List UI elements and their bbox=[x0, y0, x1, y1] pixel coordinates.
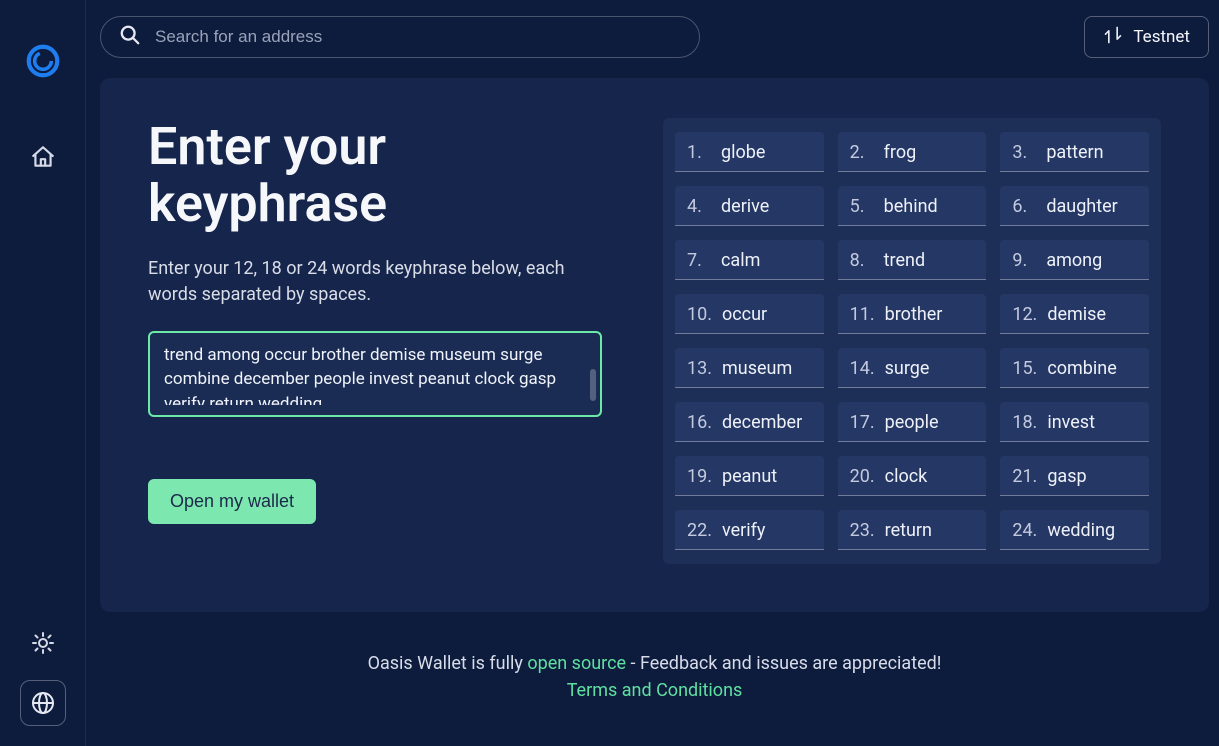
footer-suffix: - Feedback and issues are appreciated! bbox=[626, 653, 941, 674]
word-cell: 14. surge bbox=[838, 348, 987, 388]
page-subtitle: Enter your 12, 18 or 24 words keyphrase … bbox=[148, 256, 603, 306]
word-cell: 4. derive bbox=[675, 186, 824, 226]
word-cell: 1. globe bbox=[675, 132, 824, 172]
words-panel: 1. globe 2. frog 3. pattern 4. derive 5. behind 6.… bbox=[663, 118, 1161, 564]
word-index: 4. bbox=[687, 196, 711, 217]
search-icon bbox=[119, 24, 141, 50]
word-cell: 6. daughter bbox=[1000, 186, 1149, 226]
word-index: 19. bbox=[687, 466, 712, 487]
word-value: clock bbox=[885, 466, 928, 487]
word-cell: 8. trend bbox=[838, 240, 987, 280]
word-index: 7. bbox=[687, 250, 711, 271]
open-source-link[interactable]: open source bbox=[527, 653, 626, 674]
word-cell: 16. december bbox=[675, 402, 824, 442]
word-index: 15. bbox=[1012, 358, 1037, 379]
word-cell: 19. peanut bbox=[675, 456, 824, 496]
word-value: calm bbox=[721, 250, 760, 271]
word-value: pattern bbox=[1046, 142, 1103, 163]
word-index: 9. bbox=[1012, 250, 1036, 271]
word-index: 10. bbox=[687, 304, 712, 325]
word-cell: 17. people bbox=[838, 402, 987, 442]
topbar: Testnet bbox=[100, 16, 1209, 58]
search-box[interactable] bbox=[100, 16, 700, 58]
keyphrase-input[interactable] bbox=[164, 343, 586, 405]
keyphrase-input-wrap[interactable] bbox=[148, 331, 602, 417]
footer-prefix: Oasis Wallet is fully bbox=[368, 653, 528, 674]
word-value: museum bbox=[722, 358, 792, 379]
word-index: 8. bbox=[850, 250, 874, 271]
network-selector[interactable]: Testnet bbox=[1084, 16, 1209, 58]
word-index: 11. bbox=[850, 304, 875, 325]
network-label: Testnet bbox=[1133, 27, 1190, 47]
word-cell: 11. brother bbox=[838, 294, 987, 334]
word-cell: 13. museum bbox=[675, 348, 824, 388]
word-index: 24. bbox=[1012, 520, 1037, 541]
sidebar bbox=[0, 0, 86, 746]
word-index: 17. bbox=[850, 412, 875, 433]
theme-icon[interactable] bbox=[30, 630, 56, 656]
word-cell: 3. pattern bbox=[1000, 132, 1149, 172]
swap-icon bbox=[1103, 25, 1123, 50]
word-index: 12. bbox=[1012, 304, 1037, 325]
word-index: 13. bbox=[687, 358, 712, 379]
word-index: 2. bbox=[850, 142, 874, 163]
word-cell: 24. wedding bbox=[1000, 510, 1149, 550]
terms-link[interactable]: Terms and Conditions bbox=[567, 680, 743, 701]
word-value: daughter bbox=[1046, 196, 1117, 217]
word-cell: 7. calm bbox=[675, 240, 824, 280]
word-index: 5. bbox=[850, 196, 874, 217]
page-title: Enter your keyphrase bbox=[148, 118, 603, 232]
word-value: december bbox=[722, 412, 802, 433]
word-cell: 2. frog bbox=[838, 132, 987, 172]
word-index: 16. bbox=[687, 412, 712, 433]
word-value: derive bbox=[721, 196, 769, 217]
word-cell: 23. return bbox=[838, 510, 987, 550]
word-value: verify bbox=[722, 520, 765, 541]
word-value: peanut bbox=[722, 466, 777, 487]
word-index: 6. bbox=[1012, 196, 1036, 217]
word-index: 1. bbox=[687, 142, 711, 163]
word-index: 21. bbox=[1012, 466, 1037, 487]
word-cell: 20. clock bbox=[838, 456, 987, 496]
word-value: demise bbox=[1047, 304, 1106, 325]
word-index: 22. bbox=[687, 520, 712, 541]
footer: Oasis Wallet is fully open source - Feed… bbox=[100, 650, 1209, 704]
word-index: 18. bbox=[1012, 412, 1037, 433]
scrollbar[interactable] bbox=[590, 369, 596, 401]
word-value: wedding bbox=[1047, 520, 1115, 541]
word-value: people bbox=[885, 412, 939, 433]
word-index: 14. bbox=[850, 358, 875, 379]
word-value: combine bbox=[1047, 358, 1116, 379]
word-cell: 9. among bbox=[1000, 240, 1149, 280]
word-cell: 18. invest bbox=[1000, 402, 1149, 442]
word-value: globe bbox=[721, 142, 765, 163]
word-value: behind bbox=[884, 196, 938, 217]
word-index: 3. bbox=[1012, 142, 1036, 163]
word-value: return bbox=[885, 520, 932, 541]
word-value: occur bbox=[722, 304, 767, 325]
search-input[interactable] bbox=[155, 27, 681, 47]
word-cell: 10. occur bbox=[675, 294, 824, 334]
open-wallet-button[interactable]: Open my wallet bbox=[148, 479, 316, 524]
word-value: brother bbox=[885, 304, 943, 325]
word-value: frog bbox=[884, 142, 917, 163]
word-value: invest bbox=[1047, 412, 1095, 433]
word-cell: 21. gasp bbox=[1000, 456, 1149, 496]
word-index: 23. bbox=[850, 520, 875, 541]
word-cell: 22. verify bbox=[675, 510, 824, 550]
word-cell: 12. demise bbox=[1000, 294, 1149, 334]
language-button[interactable] bbox=[20, 680, 66, 726]
word-value: gasp bbox=[1047, 466, 1086, 487]
home-icon[interactable] bbox=[30, 144, 56, 170]
word-cell: 5. behind bbox=[838, 186, 987, 226]
word-value: among bbox=[1046, 250, 1102, 271]
word-cell: 15. combine bbox=[1000, 348, 1149, 388]
keyphrase-card: Enter your keyphrase Enter your 12, 18 o… bbox=[100, 78, 1209, 612]
oasis-logo bbox=[24, 42, 62, 80]
word-index: 20. bbox=[850, 466, 875, 487]
word-value: surge bbox=[885, 358, 930, 379]
main-area: Testnet Enter your keyphrase Enter your … bbox=[86, 0, 1219, 746]
word-value: trend bbox=[884, 250, 925, 271]
